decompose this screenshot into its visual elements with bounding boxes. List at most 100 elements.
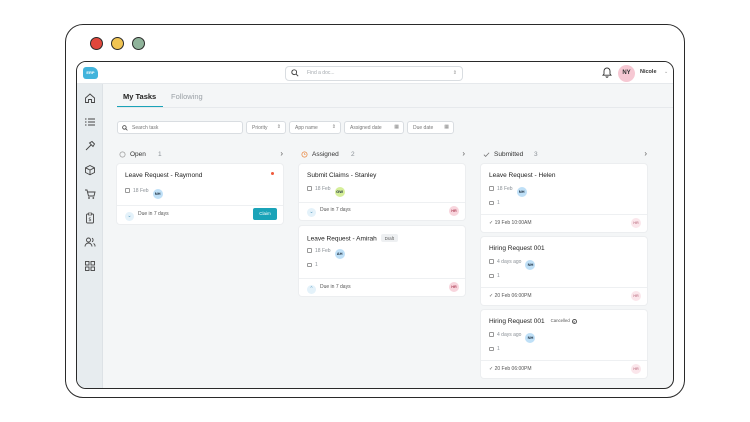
circle-icon (119, 151, 126, 158)
home-icon[interactable] (84, 92, 96, 104)
double-chevron-down-icon: ⌄ (125, 212, 134, 221)
column-assigned: Assigned 2 › Submit Claims - Stanley 18 … (299, 148, 469, 388)
calendar-icon (307, 248, 312, 253)
window-close-dot[interactable] (90, 37, 103, 50)
chevron-down-icon[interactable]: ⌄ (664, 69, 668, 75)
tabs-divider (117, 107, 673, 108)
chevron-right-icon[interactable]: › (280, 149, 283, 158)
double-chevron-down-icon: ⌄ (307, 208, 316, 217)
task-comments: 1 (489, 273, 500, 279)
device-frame: ERP Find a doc... ⇕ NY Nicole ⌄ $ My Tas… (65, 24, 685, 398)
task-comments: 1 (307, 262, 318, 268)
task-card[interactable]: Leave Request - Amirah Draft 18 Feb AH 1 ⌃… (299, 226, 465, 296)
search-task-input[interactable]: Search task (117, 121, 243, 134)
column-open: Open 1 › Leave Request - Raymond 18 Feb N… (117, 148, 287, 388)
calendar-icon (125, 188, 130, 193)
task-title: Hiring Request 001 Cancelled × (489, 318, 577, 325)
card-divider (117, 205, 283, 206)
assignee-avatar: GW (334, 187, 345, 197)
priority-filter[interactable]: Priority ⇕ (246, 121, 286, 134)
tab-my-tasks[interactable]: My Tasks (123, 92, 156, 101)
column-count: 1 (158, 151, 162, 158)
chevron-right-icon[interactable]: › (644, 149, 647, 158)
cart-icon[interactable] (84, 188, 96, 200)
submitted-text: 19 Feb 10:00AM (494, 220, 532, 226)
assignee-avatar: NH (525, 260, 536, 270)
column-submitted: Submitted 3 › Leave Request - Helen 18 F… (481, 148, 651, 388)
chevron-right-icon[interactable]: › (462, 149, 465, 158)
column-header-assigned: Assigned 2 › (299, 148, 469, 162)
assignee-avatar: NH (516, 187, 527, 197)
search-task-placeholder: Search task (132, 124, 159, 131)
grid-icon[interactable] (84, 260, 96, 272)
window-minimize-dot[interactable] (111, 37, 124, 50)
task-title: Leave Request - Helen (489, 172, 556, 179)
task-date: 18 Feb (315, 186, 331, 192)
submitted-text: 20 Feb 06:00PM (494, 293, 532, 299)
claim-button[interactable]: Claim (253, 208, 277, 220)
task-card[interactable]: Leave Request - Helen 18 Feb NH 1 ✓ 19 Fe… (481, 164, 647, 232)
column-title: Submitted (494, 151, 524, 158)
card-divider (481, 287, 647, 288)
status-badge: Draft (380, 234, 399, 242)
global-search-placeholder: Find a doc... (307, 70, 335, 76)
due-text: Due in 7 days (320, 207, 351, 213)
top-bar: ERP Find a doc... ⇕ NY Nicole ⌄ (77, 62, 673, 84)
app-name-filter-label: App name (295, 124, 318, 131)
task-title-text: Leave Request - Amirah (307, 235, 377, 243)
cancel-icon: × (571, 319, 577, 324)
task-date: 4 days ago (497, 259, 522, 265)
task-meta: 18 Feb NH (125, 188, 163, 199)
app-logo[interactable]: ERP (83, 67, 98, 79)
task-title-text: Hiring Request 001 (489, 318, 545, 325)
task-title: Leave Request - Raymond (125, 172, 203, 179)
box-icon[interactable] (84, 164, 96, 176)
clipboard-dollar-icon[interactable]: $ (84, 212, 96, 224)
user-name[interactable]: Nicole (640, 69, 657, 75)
main-content: My Tasks Following Search task Priority ⇕… (103, 84, 673, 388)
task-comments: 1 (489, 200, 500, 206)
task-meta: 4 days ago NH (489, 259, 536, 270)
task-meta: 18 Feb AH (307, 248, 345, 259)
task-comments: 1 (489, 346, 500, 352)
hammer-icon[interactable] (84, 140, 96, 152)
task-card[interactable]: Hiring Request 001 Cancelled × 4 days ago N… (481, 310, 647, 378)
tab-following[interactable]: Following (171, 92, 203, 101)
task-card[interactable]: Leave Request - Raymond 18 Feb NH ⌄ Due in… (117, 164, 283, 224)
comment-count: 1 (497, 346, 500, 352)
list-icon[interactable] (84, 116, 96, 128)
search-icon (291, 69, 299, 77)
comment-count: 1 (315, 262, 318, 268)
due-date-filter[interactable]: Due date ▦ (407, 121, 454, 134)
svg-text:$: $ (88, 217, 91, 223)
task-date: 18 Feb (497, 186, 513, 192)
priority-filter-label: Priority (252, 124, 268, 131)
card-divider (481, 214, 647, 215)
card-divider (299, 202, 465, 203)
updown-icon: ⇕ (452, 70, 457, 76)
calendar-icon (489, 332, 494, 337)
global-search-input[interactable]: Find a doc... ⇕ (285, 66, 463, 81)
check-icon (483, 152, 490, 157)
app-name-filter[interactable]: App name ⇕ (289, 121, 341, 134)
updown-icon: ⇕ (331, 124, 336, 130)
task-card[interactable]: Hiring Request 001 4 days ago NH 1 ✓ 20 F… (481, 237, 647, 305)
status-badge: Cancelled (550, 318, 570, 323)
window-maximize-dot[interactable] (132, 37, 145, 50)
task-meta: 4 days ago NH (489, 332, 536, 343)
owner-avatar: HR (631, 291, 641, 301)
task-card[interactable]: Submit Claims - Stanley 18 Feb GW ⌄ Due in… (299, 164, 465, 220)
calendar-icon (307, 186, 312, 191)
bell-icon[interactable] (602, 66, 612, 78)
column-header-open: Open 1 › (117, 148, 287, 162)
sidebar: $ (77, 84, 103, 388)
due-text: Due in 7 days (138, 211, 169, 217)
assigned-date-filter[interactable]: Assigned date ▦ (344, 121, 404, 134)
user-avatar[interactable]: NY (618, 65, 635, 82)
owner-avatar: HR (449, 206, 459, 216)
owner-avatar: HR (449, 282, 459, 292)
task-date: 4 days ago (497, 332, 522, 338)
comment-count: 1 (497, 273, 500, 279)
users-icon[interactable] (84, 236, 96, 248)
owner-avatar: HR (631, 218, 641, 228)
